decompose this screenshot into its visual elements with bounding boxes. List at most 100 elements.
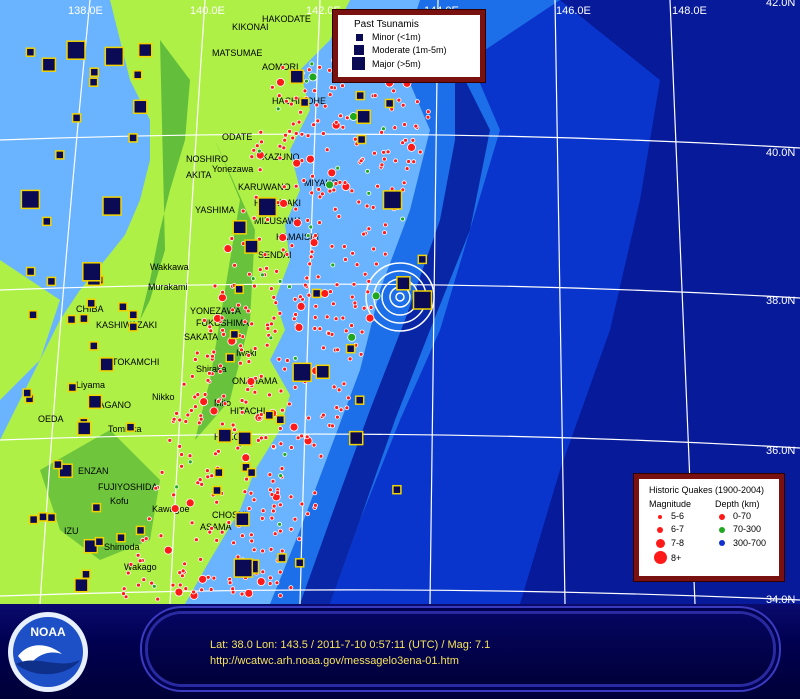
historic-quake-dot xyxy=(204,353,210,359)
historic-quake-dot xyxy=(324,314,330,320)
historic-quake-dot xyxy=(159,469,165,475)
past-tsunami-square xyxy=(392,484,402,495)
depth-header: Depth (km) xyxy=(715,499,760,509)
historic-quake-dot xyxy=(279,198,289,208)
past-tsunami-square xyxy=(79,313,89,324)
historic-quake-dot xyxy=(320,289,330,298)
historic-quake-dot xyxy=(281,184,287,190)
historic-quake-dot xyxy=(244,588,254,598)
lat-label-34: 34.0N xyxy=(766,594,795,604)
place-label: SAKATA xyxy=(184,332,218,342)
historic-quake-dot xyxy=(205,474,211,480)
past-tsunami-square xyxy=(76,421,92,436)
historic-quake-dot xyxy=(327,168,337,178)
historic-quake-dot xyxy=(349,323,355,328)
historic-quake-dot xyxy=(296,301,306,311)
historic-quake-dot xyxy=(170,582,176,588)
place-label: Nikko xyxy=(152,392,175,402)
historic-quake-dot xyxy=(262,252,268,258)
historic-quake-dot xyxy=(218,363,223,369)
historic-quake-dot xyxy=(260,508,266,514)
historic-quake-dot xyxy=(381,149,387,155)
past-tsunami-square xyxy=(128,310,139,320)
historic-quake-dot xyxy=(290,121,296,127)
historic-quake-dot xyxy=(260,569,266,575)
historic-quake-dot xyxy=(268,547,274,552)
place-label: MATSUMAE xyxy=(212,48,262,58)
historic-quake-dot xyxy=(305,511,311,517)
historic-quake-dot xyxy=(232,427,238,433)
historic-quake-dot xyxy=(256,415,262,421)
historic-quake-dot xyxy=(368,305,374,310)
historic-quake-dot xyxy=(125,570,131,576)
historic-quake-dot xyxy=(293,183,299,189)
historic-quake-dot xyxy=(425,114,431,120)
tsunami-legend-major: Major (>5m) xyxy=(372,59,421,69)
lat-label-38: 38.0N xyxy=(766,295,795,307)
historic-quake-dot xyxy=(282,366,288,372)
historic-quake-dot xyxy=(287,284,292,290)
past-tsunami-square xyxy=(86,298,96,309)
historic-quake-dot xyxy=(264,265,270,271)
historic-quake-dot xyxy=(153,485,159,491)
magnitude-7-8-icon xyxy=(656,539,665,548)
historic-quake-dot xyxy=(334,405,340,410)
historic-quake-dot xyxy=(338,113,344,119)
historic-quake-dot xyxy=(244,476,250,482)
depth-70-300-icon xyxy=(719,527,725,533)
historic-quake-dot xyxy=(352,300,358,306)
magnitude-5-6-icon xyxy=(658,515,662,519)
historic-quake-dot xyxy=(335,165,341,171)
historic-quake-dot xyxy=(251,147,257,153)
historic-quake-dot xyxy=(163,545,173,555)
historic-quake-dot xyxy=(257,167,263,173)
historic-quake-dot xyxy=(347,356,353,362)
past-tsunami-square xyxy=(89,341,99,351)
historic-quake-dot xyxy=(293,312,299,317)
historic-quake-dot xyxy=(177,443,183,449)
historic-quake-dot xyxy=(312,502,318,508)
historic-quake-dot xyxy=(333,120,339,125)
historic-quake-dot xyxy=(340,83,345,89)
historic-quake-dot xyxy=(333,316,339,322)
historic-quake-dot xyxy=(274,580,280,586)
historic-quake-dot xyxy=(171,416,177,422)
event-message-link[interactable]: http://wcatwc.arh.noaa.gov/messagelo3ena… xyxy=(210,655,459,667)
past-tsunami-square xyxy=(396,276,411,291)
historic-quake-dot xyxy=(275,106,281,112)
historic-quake-dot xyxy=(288,585,294,590)
historic-quake-dot xyxy=(320,131,326,136)
depth-label: 70-300 xyxy=(733,524,762,534)
historic-quake-dot xyxy=(187,453,193,459)
past-tsunami-square xyxy=(345,343,356,354)
moderate-tsunami-icon xyxy=(354,45,364,55)
historic-quake-dot xyxy=(128,562,134,567)
past-tsunami-square xyxy=(25,266,36,277)
historic-quake-dot xyxy=(403,137,409,143)
historic-quake-dot xyxy=(260,548,266,554)
historic-quake-dot xyxy=(199,587,205,593)
historic-quake-dot xyxy=(195,392,201,398)
past-tsunami-square xyxy=(217,428,233,443)
historic-quake-dot xyxy=(313,233,318,238)
historic-quake-dot xyxy=(372,150,377,156)
historic-quake-dot xyxy=(185,498,195,508)
past-tsunami-square xyxy=(81,569,91,580)
historic-quake-dot xyxy=(362,271,368,277)
historic-quake-dot xyxy=(425,109,431,115)
historic-quake-dot xyxy=(277,426,283,431)
historic-quake-dot xyxy=(309,238,319,248)
historic-quake-dot xyxy=(177,417,183,423)
historic-quake-dot xyxy=(340,315,346,321)
historic-quake-dot xyxy=(404,166,410,172)
historic-quake-dot xyxy=(268,335,274,341)
past-tsunami-square xyxy=(38,512,48,522)
historic-quake-dot xyxy=(284,358,290,363)
past-tsunami-square xyxy=(382,190,403,210)
historic-quake-dot xyxy=(375,183,381,189)
historic-quake-dot xyxy=(291,316,297,322)
historic-quake-dot xyxy=(209,473,215,479)
historic-quake-dot xyxy=(250,276,256,282)
past-tsunami-square xyxy=(311,288,322,299)
historic-quake-dot xyxy=(202,392,208,397)
